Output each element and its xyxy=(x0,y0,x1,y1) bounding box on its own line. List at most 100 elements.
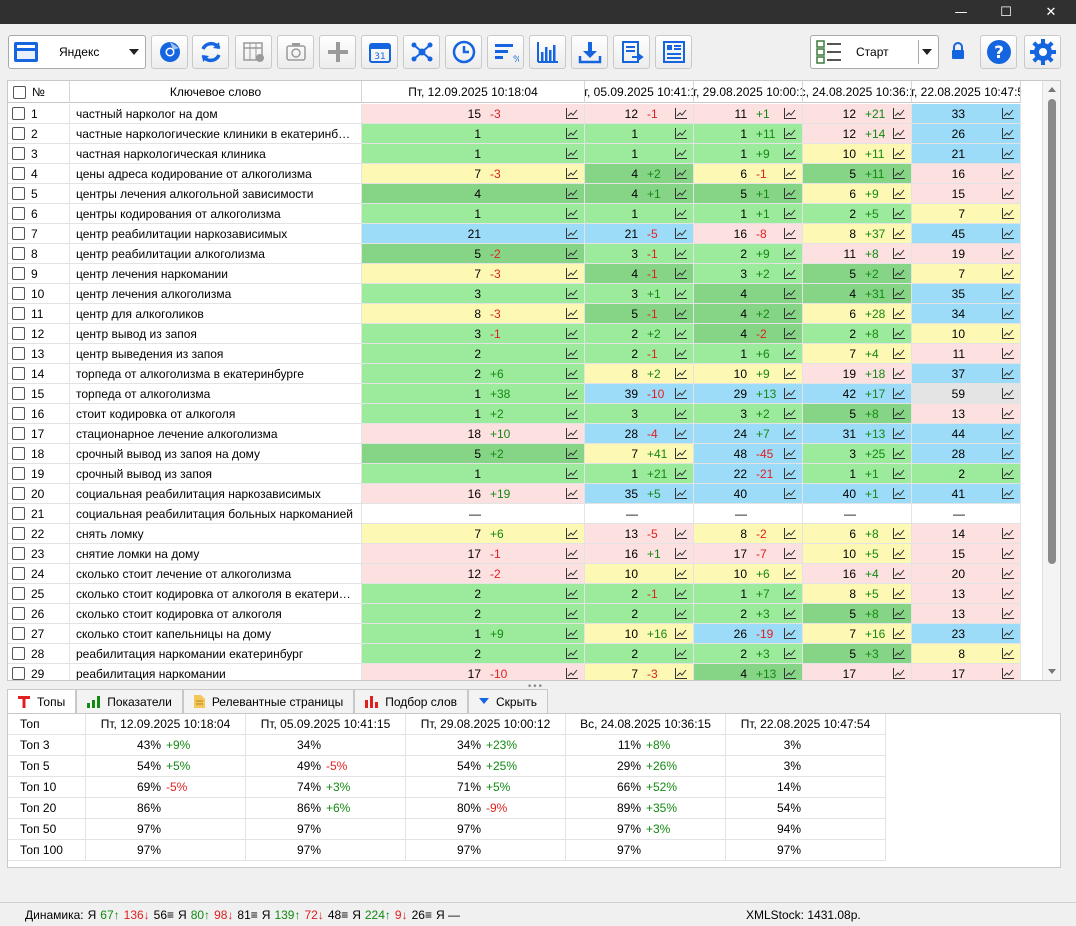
line-chart-icon[interactable] xyxy=(893,188,905,199)
line-chart-icon[interactable] xyxy=(1002,328,1014,339)
line-chart-icon[interactable] xyxy=(784,448,796,459)
position-cell[interactable]: 1 +38 xyxy=(362,384,585,403)
row-checkbox[interactable] xyxy=(12,307,25,320)
keyword-cell[interactable]: социальная реабилитация наркозависимых xyxy=(70,484,362,503)
position-cell[interactable]: 5 -1 xyxy=(585,304,694,323)
row-number[interactable]: 11 xyxy=(8,304,70,323)
position-cell[interactable]: 21 xyxy=(362,224,585,243)
row-number[interactable]: 1 xyxy=(8,104,70,123)
position-cell[interactable]: 2 +9 xyxy=(694,244,803,263)
position-cell[interactable]: 18 +10 xyxy=(362,424,585,443)
position-cell[interactable]: 12 +21 xyxy=(803,104,912,123)
row-checkbox[interactable] xyxy=(12,387,25,400)
keyword-cell[interactable]: реабилитация наркомании екатеринбург xyxy=(70,644,362,663)
line-chart-icon[interactable] xyxy=(675,248,687,259)
line-chart-icon[interactable] xyxy=(784,248,796,259)
line-chart-icon[interactable] xyxy=(566,228,578,239)
position-cell[interactable]: 45 xyxy=(912,224,1021,243)
position-cell[interactable]: 1 +1 xyxy=(694,204,803,223)
keyword-cell[interactable]: сколько стоит капельницы на дому xyxy=(70,624,362,643)
keyword-cell[interactable]: торпеда от алкоголизма xyxy=(70,384,362,403)
position-cell[interactable]: 3 xyxy=(362,284,585,303)
position-cell[interactable]: 10 +6 xyxy=(694,564,803,583)
select-all-checkbox[interactable] xyxy=(13,85,26,99)
position-cell[interactable]: 15 xyxy=(912,544,1021,563)
position-cell[interactable]: 1 +6 xyxy=(694,344,803,363)
row-checkbox[interactable] xyxy=(12,267,25,280)
line-chart-icon[interactable] xyxy=(675,128,687,139)
position-cell[interactable]: 8 +37 xyxy=(803,224,912,243)
position-cell[interactable]: 34 xyxy=(912,304,1021,323)
line-chart-icon[interactable] xyxy=(784,108,796,119)
line-chart-icon[interactable] xyxy=(675,348,687,359)
position-cell[interactable]: 5 +1 xyxy=(694,184,803,203)
line-chart-icon[interactable] xyxy=(893,448,905,459)
position-cell[interactable]: 2 +3 xyxy=(694,644,803,663)
table-row[interactable]: 27 сколько стоит капельницы на дому 1 +9 10 +… xyxy=(8,624,1021,644)
position-cell[interactable]: 15 -3 xyxy=(362,104,585,123)
line-chart-icon[interactable] xyxy=(1002,368,1014,379)
position-cell[interactable]: 1 xyxy=(362,204,585,223)
position-cell[interactable]: 39 -10 xyxy=(585,384,694,403)
row-checkbox[interactable] xyxy=(12,447,25,460)
line-chart-icon[interactable] xyxy=(893,208,905,219)
row-checkbox[interactable] xyxy=(12,127,25,140)
table-row[interactable]: 20 социальная реабилитация наркозависимых… xyxy=(8,484,1021,504)
position-cell[interactable]: 1 xyxy=(585,204,694,223)
keyword-cell[interactable]: центр реабилитации алкоголизма xyxy=(70,244,362,263)
row-checkbox[interactable] xyxy=(12,287,25,300)
minimize-button[interactable]: — xyxy=(938,0,984,24)
keyword-cell[interactable]: реабилитация наркомании xyxy=(70,664,362,680)
row-checkbox[interactable] xyxy=(12,667,25,680)
row-number[interactable]: 10 xyxy=(8,284,70,303)
row-checkbox[interactable] xyxy=(12,647,25,660)
position-cell[interactable]: 3 -1 xyxy=(585,244,694,263)
keyword-cell[interactable]: частная наркологическая клиника xyxy=(70,144,362,163)
position-cell[interactable]: 6 -1 xyxy=(694,164,803,183)
line-chart-icon[interactable] xyxy=(566,248,578,259)
position-cell[interactable]: 1 +9 xyxy=(694,144,803,163)
keyword-cell[interactable]: частный нарколог на дом xyxy=(70,104,362,123)
position-cell[interactable]: 4 xyxy=(362,184,585,203)
sort-percent-button[interactable]: % xyxy=(487,35,524,69)
line-chart-icon[interactable] xyxy=(675,608,687,619)
position-cell[interactable]: 22 -21 xyxy=(694,464,803,483)
keyword-cell[interactable]: цены адреса кодирование от алкоголизма xyxy=(70,164,362,183)
position-cell[interactable]: 3 +1 xyxy=(585,284,694,303)
position-cell[interactable]: 4 +2 xyxy=(585,164,694,183)
row-checkbox[interactable] xyxy=(12,407,25,420)
table-row[interactable]: 17 стационарное лечение алкоголизма 18 +10 2… xyxy=(8,424,1021,444)
position-cell[interactable]: 2 +6 xyxy=(362,364,585,383)
table-row[interactable]: 23 снятие ломки на дому 17 -1 16 +1 17 -7 10 +5 15 xyxy=(8,544,1021,564)
line-chart-icon[interactable] xyxy=(566,328,578,339)
keyword-cell[interactable]: срочный вывод из запоя xyxy=(70,464,362,483)
lock-icon[interactable] xyxy=(950,42,966,63)
position-cell[interactable]: 3 xyxy=(585,404,694,423)
row-number[interactable]: 24 xyxy=(8,564,70,583)
line-chart-icon[interactable] xyxy=(893,428,905,439)
line-chart-icon[interactable] xyxy=(1002,248,1014,259)
position-cell[interactable]: 10 +16 xyxy=(585,624,694,643)
position-cell[interactable]: 33 xyxy=(912,104,1021,123)
line-chart-icon[interactable] xyxy=(784,568,796,579)
calendar-button[interactable]: 31 xyxy=(361,35,398,69)
header-date-2[interactable]: Пт, 05.09.2025 10:41:15 xyxy=(585,81,694,103)
row-checkbox[interactable] xyxy=(12,607,25,620)
row-checkbox[interactable] xyxy=(12,567,25,580)
row-checkbox[interactable] xyxy=(12,247,25,260)
position-cell[interactable]: 10 +5 xyxy=(803,544,912,563)
position-cell[interactable]: 8 -2 xyxy=(694,524,803,543)
position-cell[interactable]: 5 +8 xyxy=(803,604,912,623)
line-chart-icon[interactable] xyxy=(675,588,687,599)
line-chart-icon[interactable] xyxy=(566,208,578,219)
position-cell[interactable]: 48 -45 xyxy=(694,444,803,463)
line-chart-icon[interactable] xyxy=(566,128,578,139)
keyword-cell[interactable]: частные наркологические клиники в екатер… xyxy=(70,124,362,143)
line-chart-icon[interactable] xyxy=(675,668,687,679)
position-cell[interactable]: 8 +2 xyxy=(585,364,694,383)
line-chart-icon[interactable] xyxy=(1002,668,1014,679)
position-cell[interactable]: 11 +1 xyxy=(694,104,803,123)
position-cell[interactable]: 16 xyxy=(912,164,1021,183)
line-chart-icon[interactable] xyxy=(1002,188,1014,199)
position-cell[interactable]: 2 xyxy=(585,644,694,663)
